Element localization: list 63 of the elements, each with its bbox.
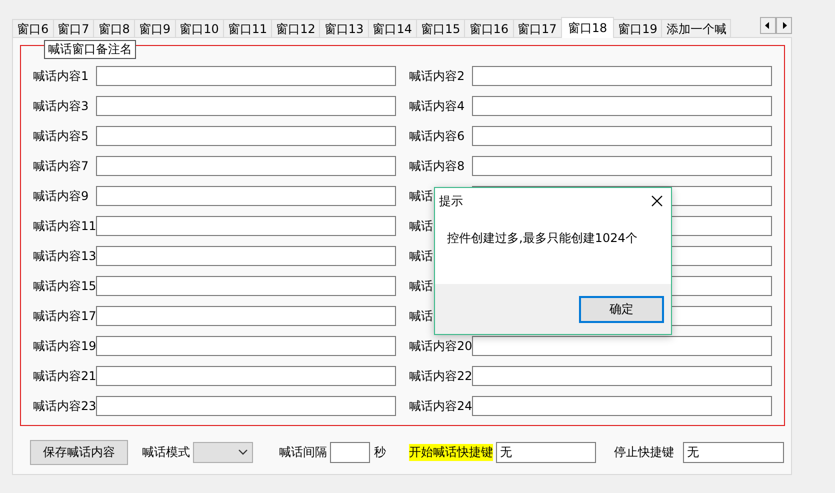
input-field[interactable]: [472, 126, 772, 146]
ok-button[interactable]: 确定: [579, 296, 664, 322]
scroll-left-icon[interactable]: [760, 17, 776, 34]
input-field[interactable]: [472, 96, 772, 116]
field-label: 喊话内容6: [409, 128, 465, 142]
dialog-message: 控件创建过多,最多只能创建1024个: [447, 231, 638, 245]
start-hotkey-field[interactable]: 无: [496, 442, 596, 462]
field-label: 喊话: [409, 218, 433, 232]
input-field[interactable]: [96, 336, 396, 356]
field-label: 喊话内容20: [409, 338, 472, 352]
input-field[interactable]: [96, 276, 396, 296]
stop-hotkey-label: 停止快捷键: [614, 444, 674, 460]
input-field[interactable]: [96, 186, 396, 206]
input-field[interactable]: [472, 336, 772, 356]
field-label: 喊话内容22: [409, 368, 472, 382]
field-label: 喊话内容19: [33, 338, 96, 352]
field-label: 喊话内容15: [33, 278, 96, 292]
interval-label: 喊话间隔: [279, 444, 327, 460]
input-field[interactable]: [472, 366, 772, 386]
field-label: 喊话内容9: [33, 188, 89, 202]
chevron-down-icon: [238, 449, 248, 455]
tab[interactable]: 窗口6: [12, 19, 54, 38]
field-label: 喊话内容1: [33, 68, 89, 82]
field-label: 喊话内容4: [409, 98, 465, 112]
start-hotkey-label: 开始喊话快捷键: [409, 444, 493, 460]
field-label: 喊话内容21: [33, 368, 96, 382]
input-field[interactable]: [472, 396, 772, 416]
interval-unit: 秒: [374, 444, 386, 460]
field-label: 喊话内容5: [33, 128, 89, 142]
input-field[interactable]: [96, 396, 396, 416]
tab[interactable]: 添加一个喊: [661, 19, 732, 38]
input-field[interactable]: [472, 156, 772, 176]
input-field[interactable]: [96, 96, 396, 116]
scroll-right-icon[interactable]: [776, 17, 792, 34]
input-field[interactable]: [96, 156, 396, 176]
input-field[interactable]: [96, 366, 396, 386]
field-label: 喊话内容23: [33, 398, 96, 412]
mode-label: 喊话模式: [142, 444, 190, 460]
field-label: 喊话内容13: [33, 248, 96, 262]
field-label: 喊话: [409, 308, 433, 322]
input-field[interactable]: [96, 126, 396, 146]
field-label: 喊话内容7: [33, 158, 89, 172]
field-label: 喊话内容3: [33, 98, 89, 112]
field-label: 喊话内容24: [409, 398, 472, 412]
field-label: 喊话: [409, 248, 433, 262]
dialog-title: 提示: [439, 192, 463, 210]
field-label: 喊话: [409, 188, 433, 202]
input-field[interactable]: [96, 216, 396, 236]
field-label: 喊话内容17: [33, 308, 96, 322]
interval-field[interactable]: [330, 442, 370, 462]
close-icon[interactable]: [651, 195, 663, 207]
input-field[interactable]: [96, 306, 396, 326]
field-label: 喊话: [409, 278, 433, 292]
field-label: 喊话内容11: [33, 218, 96, 232]
group-title: 喊话窗口备注名: [44, 40, 136, 59]
input-field[interactable]: [472, 66, 772, 86]
input-field[interactable]: [96, 246, 396, 266]
field-label: 喊话内容8: [409, 158, 465, 172]
tab[interactable]: 窗口18: [560, 17, 614, 38]
input-field[interactable]: [96, 66, 396, 86]
stop-hotkey-field[interactable]: 无: [683, 442, 784, 462]
save-button[interactable]: 保存喊话内容: [30, 440, 128, 464]
field-label: 喊话内容2: [409, 68, 465, 82]
